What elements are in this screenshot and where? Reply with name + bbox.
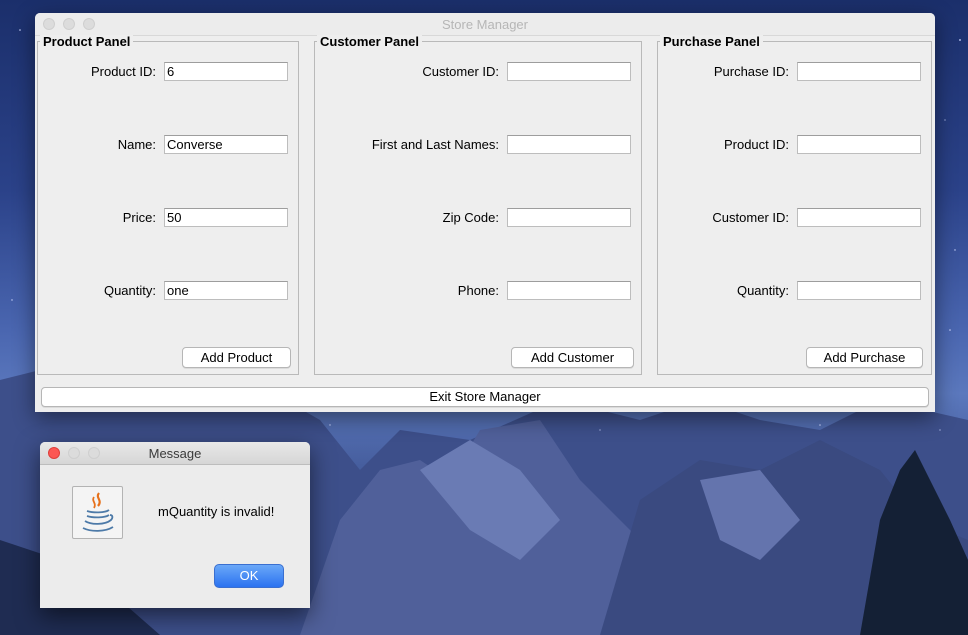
- zip-code-label: Zip Code:: [442, 210, 499, 225]
- purchase-product-id-label: Product ID:: [723, 137, 789, 152]
- names-field[interactable]: [507, 135, 631, 154]
- customer-id-label: Customer ID:: [422, 64, 499, 79]
- customer-id-field[interactable]: [507, 62, 631, 81]
- message-dialog: Message mQuantity is invalid! OK: [40, 442, 310, 608]
- name-field[interactable]: Converse: [164, 135, 288, 154]
- purchase-customer-id-field[interactable]: [797, 208, 921, 227]
- window-titlebar[interactable]: Store Manager: [35, 13, 935, 36]
- names-label: First and Last Names:: [371, 137, 499, 152]
- customer-panel: Customer Panel Customer ID: First and La…: [314, 35, 642, 375]
- price-label: Price:: [122, 210, 156, 225]
- add-customer-button[interactable]: Add Customer: [511, 347, 634, 368]
- quantity-label: Quantity:: [103, 283, 156, 298]
- dialog-message: mQuantity is invalid!: [158, 504, 275, 519]
- zip-code-field[interactable]: [507, 208, 631, 227]
- add-purchase-button[interactable]: Add Purchase: [806, 347, 923, 368]
- exit-store-manager-button[interactable]: Exit Store Manager: [41, 387, 929, 407]
- dialog-titlebar[interactable]: Message: [40, 442, 310, 465]
- java-coffee-cup-icon: [72, 486, 123, 539]
- phone-label: Phone:: [457, 283, 499, 298]
- panel-title: Purchase Panel: [660, 35, 763, 49]
- quantity-field[interactable]: one: [164, 281, 288, 300]
- panel-title: Product Panel: [40, 35, 134, 49]
- product-panel: Product Panel Product ID: 6 Name: Conver…: [37, 35, 299, 375]
- panel-title: Customer Panel: [317, 35, 422, 49]
- purchase-quantity-label: Quantity:: [736, 283, 789, 298]
- ok-button[interactable]: OK: [214, 564, 284, 588]
- product-id-label: Product ID:: [90, 64, 156, 79]
- product-id-field[interactable]: 6: [164, 62, 288, 81]
- purchase-panel: Purchase Panel Purchase ID: Product ID: …: [657, 35, 932, 375]
- phone-field[interactable]: [507, 281, 631, 300]
- purchase-id-field[interactable]: [797, 62, 921, 81]
- purchase-quantity-field[interactable]: [797, 281, 921, 300]
- purchase-id-label: Purchase ID:: [713, 64, 789, 79]
- add-product-button[interactable]: Add Product: [182, 347, 291, 368]
- window-title: Store Manager: [442, 17, 528, 32]
- price-field[interactable]: 50: [164, 208, 288, 227]
- name-label: Name:: [117, 137, 156, 152]
- purchase-product-id-field[interactable]: [797, 135, 921, 154]
- store-manager-window: Store Manager Product Panel Product ID: …: [35, 13, 935, 412]
- purchase-customer-id-label: Customer ID:: [712, 210, 789, 225]
- dialog-title: Message: [148, 446, 202, 461]
